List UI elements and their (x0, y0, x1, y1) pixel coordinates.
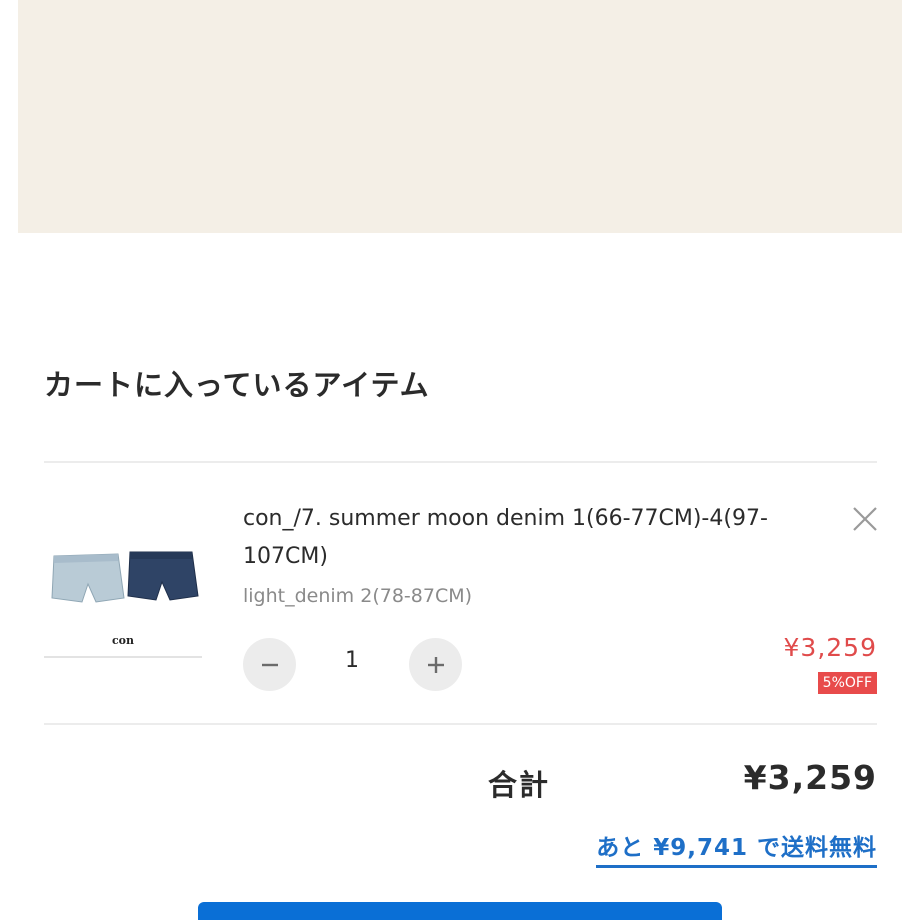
increase-quantity-button[interactable] (409, 638, 462, 691)
item-price: ¥3,259 (783, 633, 877, 662)
product-thumbnail[interactable]: con (44, 522, 202, 658)
divider (44, 723, 877, 725)
total-label: 合計 (488, 768, 551, 802)
cart-section-title: カートに入っているアイテム (44, 368, 430, 402)
product-name[interactable]: con_/7. summer moon denim 1(66-77CM)-4(9… (243, 500, 803, 576)
plus-icon (427, 656, 444, 673)
remove-item-button[interactable] (850, 504, 880, 534)
denim-shorts-image (51, 551, 199, 603)
checkout-button[interactable] (198, 902, 722, 920)
total-value: ¥3,259 (743, 758, 877, 797)
decrease-quantity-button[interactable] (243, 638, 296, 691)
divider (44, 461, 877, 463)
discount-badge: 5%OFF (817, 672, 877, 694)
minus-icon (261, 663, 278, 666)
product-variant: light_denim 2(78-87CM) (243, 585, 473, 607)
thumbnail-caption: con (111, 634, 135, 647)
promo-banner (18, 0, 902, 233)
close-icon (853, 507, 877, 531)
free-shipping-link[interactable]: あと ¥9,741 で送料無料 (596, 828, 877, 868)
quantity-value: 1 (345, 648, 359, 673)
